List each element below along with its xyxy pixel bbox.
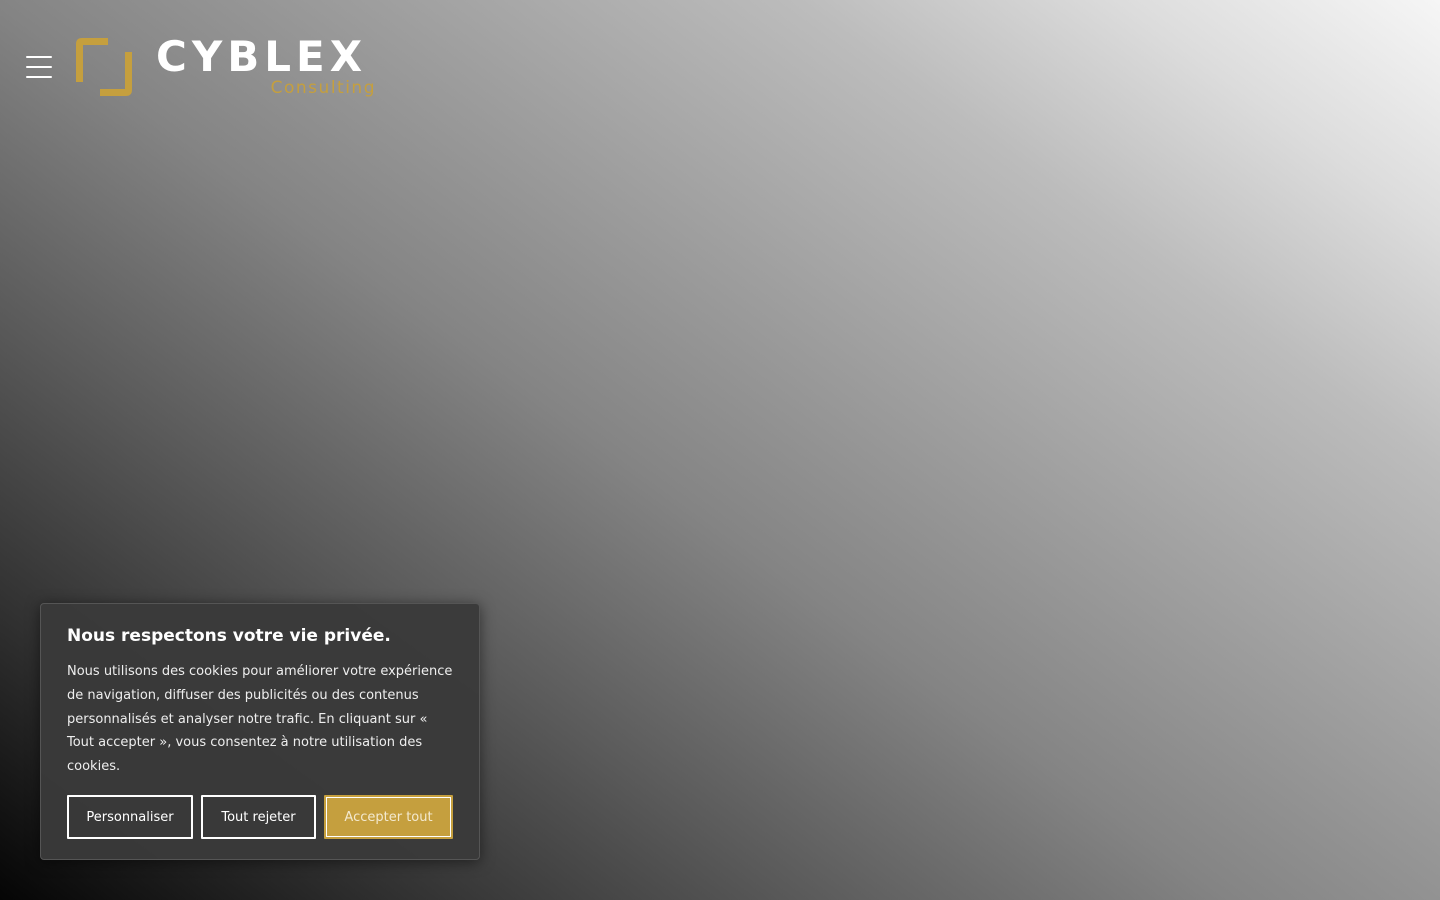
logo-mark-icon — [76, 38, 132, 96]
logo-wordmark: CYBLEX — [156, 32, 368, 81]
site-logo[interactable]: CYBLEX Consulting — [74, 36, 376, 98]
menu-button[interactable] — [24, 52, 56, 82]
hamburger-menu-icon — [26, 56, 52, 58]
cookie-banner-message: Nous utilisons des cookies pour améliore… — [67, 664, 453, 775]
hamburger-menu-icon-bar — [26, 66, 52, 68]
site-header: CYBLEX Consulting — [0, 0, 1440, 134]
accept-all-cookies-button[interactable]: Accepter tout — [324, 795, 453, 839]
cookie-consent-banner: Nous respectons votre vie privée. Nous u… — [40, 603, 480, 860]
cookie-banner-title: Nous respectons votre vie privée. — [67, 626, 391, 646]
hamburger-menu-icon-bar — [26, 76, 52, 78]
customize-cookies-button[interactable]: Personnaliser — [67, 795, 193, 839]
reject-all-cookies-button[interactable]: Tout rejeter — [201, 795, 316, 839]
cookie-banner-actions: Personnaliser Tout rejeter Accepter tout — [67, 795, 453, 839]
logo-tagline: Consulting — [270, 78, 376, 98]
